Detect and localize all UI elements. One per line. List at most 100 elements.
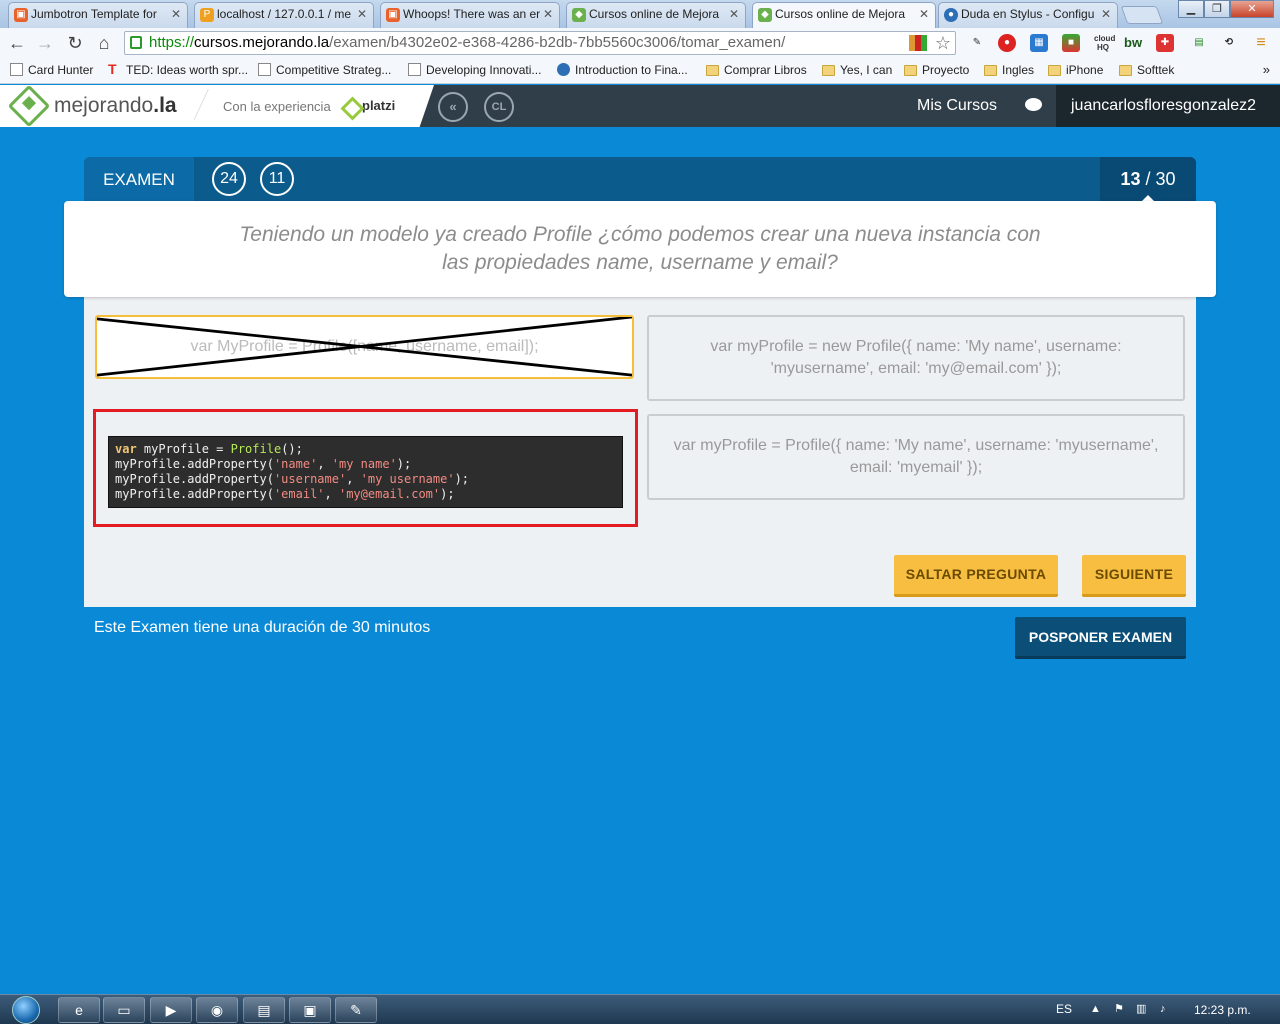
maximize-icon[interactable]: ❐ [1204,0,1230,18]
terminal-icon[interactable]: ▣ [289,997,331,1023]
tab-title: Cursos online de Mejora [775,7,906,21]
minimize-icon[interactable]: ▁ [1178,0,1204,18]
start-button[interactable] [6,995,46,1024]
extension-icon[interactable]: ■ [1062,34,1080,52]
windows-taskbar: e ▭ ▶ ◉ ▤ ▣ ✎ ES ▲ ⚑ ▥ ♪ 12:23 p.m. [0,994,1280,1024]
coursera-icon [557,63,570,76]
browser-tab[interactable]: P localhost / 127.0.0.1 / me ✕ [194,2,374,28]
chat-bubble-icon[interactable] [1025,98,1042,111]
postpone-exam-button[interactable]: POSPONER EXAMEN [1015,617,1186,659]
address-bar[interactable]: https://cursos.mejorando.la/examen/b4302… [124,31,956,55]
bw-icon[interactable]: bw [1124,34,1142,52]
language-indicator[interactable]: ES [1056,1002,1072,1016]
forward-arrow-icon[interactable]: → [34,32,56,54]
bookmark-item[interactable]: Introduction to Fina... [557,62,688,78]
bookmark-folder[interactable]: Ingles [984,62,1034,78]
paint-icon[interactable]: ✎ [335,997,377,1023]
bookmark-item[interactable]: Developing Innovati... [408,62,541,78]
folder-icon [984,65,997,76]
close-window-icon[interactable]: ✕ [1230,0,1274,18]
explorer-icon[interactable]: ▭ [103,997,145,1023]
new-tab-button[interactable] [1120,6,1164,24]
next-button[interactable]: SIGUIENTE [1082,555,1186,597]
browser-tab[interactable]: ◆ Cursos online de Mejora ✕ [566,2,746,28]
clock[interactable]: 12:23 p.m. [1194,1003,1251,1017]
ted-icon: T [108,61,117,77]
tray-arrow-icon[interactable]: ▲ [1090,1003,1104,1015]
nav-my-courses[interactable]: Mis Cursos [917,97,997,115]
bookmark-star-icon[interactable]: ☆ [935,32,951,54]
skip-question-button[interactable]: SALTAR PREGUNTA [894,555,1058,597]
logo-text: mejorando [54,94,154,117]
folder-icon [706,65,719,76]
bookmarks-bar: Card Hunter T TED: Ideas worth spr... Com… [0,58,1280,84]
close-tab-icon[interactable]: ✕ [919,3,929,25]
bookmark-item[interactable]: Competitive Strateg... [258,62,391,78]
close-tab-icon[interactable]: ✕ [543,3,553,25]
media-player-icon[interactable]: ▶ [150,997,192,1023]
bookmarks-overflow-icon[interactable]: » [1263,62,1270,77]
close-tab-icon[interactable]: ✕ [729,3,739,25]
windows-orb-icon [12,996,40,1024]
answer-option-1[interactable]: var MyProfile = Profile([name, username,… [95,315,634,379]
close-tab-icon[interactable]: ✕ [1101,3,1111,25]
bookmark-folder[interactable]: Yes, I can [822,62,892,78]
exam-label: EXAMEN [84,157,194,202]
tab-title: Duda en Stylus - Configu [961,7,1095,21]
page-icon [10,63,23,76]
exam-duration-text: Este Examen tiene una duración de 30 min… [94,619,431,636]
mejorando-icon: ◆ [572,8,586,22]
home-icon[interactable]: ⌂ [93,32,115,54]
sheets-icon[interactable]: ▤ [1190,34,1208,52]
browser-tab[interactable]: ▣ Whoops! There was an er ✕ [380,2,560,28]
globe-icon: ● [944,8,958,22]
adblock-icon[interactable]: ● [998,34,1016,52]
rewind-circle-icon[interactable]: « [438,92,468,122]
bookmark-folder[interactable]: Proyecto [904,62,969,78]
answer-option-2[interactable]: var myProfile = new Profile({ name: 'My … [647,315,1185,401]
page-icon [258,63,271,76]
calendar-icon[interactable]: ▦ [1030,34,1048,52]
code-block: var myProfile = Profile(); myProfile.add… [108,436,623,508]
answer-option-4[interactable]: var myProfile = Profile({ name: 'My name… [647,414,1185,500]
timer-minutes: 24 [212,162,246,196]
chrome-icon[interactable]: ◉ [196,997,238,1023]
bookmark-folder[interactable]: Softtek [1119,62,1174,78]
bookmark-item[interactable]: Card Hunter [10,62,93,78]
site-logo[interactable]: mejorando.la [0,84,194,128]
platzi-logo[interactable]: platzi [344,98,395,113]
answer-option-3[interactable]: var myProfile = Profile(); myProfile.add… [93,409,638,527]
lock-icon [130,36,142,49]
network-icon[interactable]: ▥ [1136,1003,1150,1015]
option-text: var MyProfile = Profile([name, username,… [190,338,539,355]
bookmark-item[interactable]: T TED: Ideas worth spr... [108,62,248,78]
user-menu[interactable]: juancarlosfloresgonzalez2 [1056,85,1280,127]
url-host: cursos.mejorando.la [194,34,330,51]
question-text: Teniendo un modelo ya creado Profile ¿có… [64,201,1216,297]
close-tab-icon[interactable]: ✕ [171,3,181,25]
browser-tab[interactable]: ▣ Jumbotron Template for ✕ [8,2,188,28]
tab-title: Cursos online de Mejora [589,7,720,21]
browser-tab-active[interactable]: ◆ Cursos online de Mejora ✕ [752,2,936,28]
close-tab-icon[interactable]: ✕ [357,3,367,25]
menu-icon[interactable]: ≡ [1252,34,1270,52]
bookmark-folder[interactable]: iPhone [1048,62,1103,78]
question-counter: 13 / 30 [1100,157,1196,203]
notepad-icon[interactable]: ▤ [243,997,285,1023]
mejorando-icon: ◆ [758,8,772,22]
flag-icon[interactable]: ⚑ [1114,1003,1128,1015]
reload-icon[interactable]: ↻ [64,32,86,54]
extension-flag-icon[interactable] [909,35,927,51]
browser-tab-strip: ▣ Jumbotron Template for ✕ P localhost /… [0,0,1280,28]
browser-tab[interactable]: ● Duda en Stylus - Configu ✕ [938,2,1118,28]
eyedropper-icon[interactable]: ✎ [968,34,986,52]
cloudhq-icon[interactable]: cloud HQ [1094,34,1115,52]
sync-icon[interactable]: ⟲ [1220,34,1238,52]
back-arrow-icon[interactable]: ← [6,32,28,54]
puzzle-icon[interactable]: ✚ [1156,34,1174,52]
ie-icon[interactable]: e [58,997,100,1023]
cl-circle-icon[interactable]: CL [484,92,514,122]
bookmark-folder[interactable]: Comprar Libros [706,62,807,78]
site-header: mejorando.la Con la experiencia platzi «… [0,84,1280,128]
volume-muted-icon[interactable]: ♪ [1160,1003,1174,1015]
